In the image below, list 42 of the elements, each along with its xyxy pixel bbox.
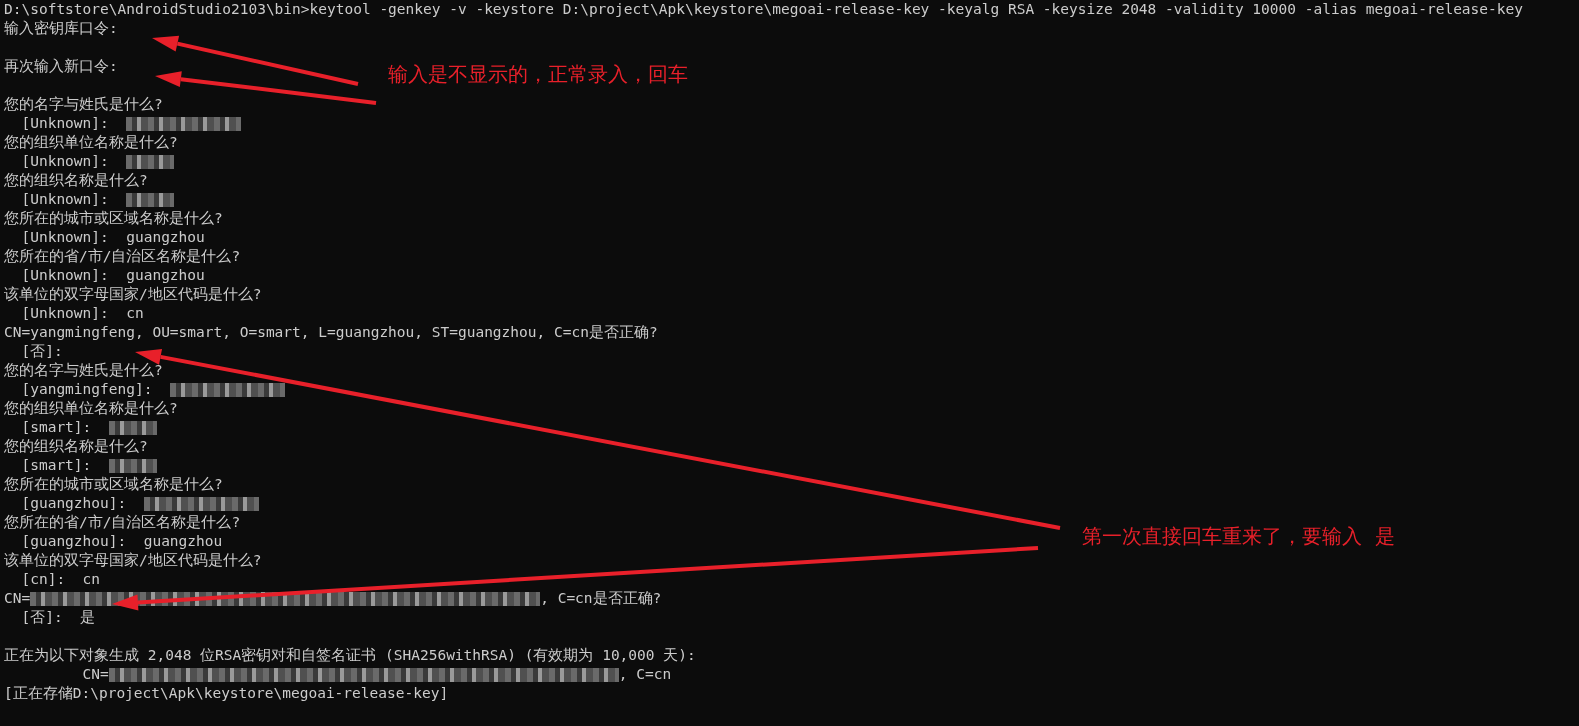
terminal-text: 该单位的双字母国家/地区代码是什么? bbox=[4, 285, 262, 304]
terminal-text: [正在存储D:\project\Apk\keystore\megoai-release-key] bbox=[4, 684, 449, 703]
terminal-text: 您的名字与姓氏是什么? bbox=[4, 95, 163, 114]
terminal-text: [Unknown]: guangzhou bbox=[20, 228, 205, 247]
terminal-text: CN= bbox=[4, 589, 31, 608]
terminal-text: , C=cn bbox=[618, 665, 672, 684]
terminal-text: [否]: bbox=[20, 342, 63, 361]
terminal-text: 您所在的省/市/自治区名称是什么? bbox=[4, 513, 241, 532]
terminal-text: 输入密钥库口令: bbox=[4, 19, 118, 38]
terminal-text: D:\softstore\AndroidStudio2103\bin>keytool -genkey -v -keystore D:\project\Apk\keystore\megoai-release-key -keyalg RSA -keysize 2048 -validity 10000 -alias megoai-release-key bbox=[4, 0, 1523, 19]
terminal-text: [guangzhou]: bbox=[20, 494, 128, 513]
terminal-text: 您所在的城市或区域名称是什么? bbox=[4, 209, 223, 228]
terminal-text: , C=cn是否正确? bbox=[540, 589, 662, 608]
terminal-text: 您所在的城市或区域名称是什么? bbox=[4, 475, 223, 494]
terminal-text: [cn]: cn bbox=[20, 570, 101, 589]
terminal-text: [guangzhou]: guangzhou bbox=[20, 532, 223, 551]
terminal-text: 再次输入新口令: bbox=[4, 57, 118, 76]
annotation-text: 第一次直接回车重来了，要输入 是 bbox=[1082, 523, 1395, 550]
terminal-text: 您的组织单位名称是什么? bbox=[4, 133, 178, 152]
terminal-text: 您的组织名称是什么? bbox=[4, 171, 148, 190]
redaction-mark bbox=[108, 458, 157, 473]
terminal-text: [Unknown]: bbox=[20, 152, 110, 171]
terminal-text: 您所在的省/市/自治区名称是什么? bbox=[4, 247, 241, 266]
terminal-text: 您的名字与姓氏是什么? bbox=[4, 361, 163, 380]
terminal-text: CN=yangmingfeng, OU=smart, O=smart, L=guangzhou, ST=guangzhou, C=cn是否正确? bbox=[4, 323, 658, 342]
terminal-text: [yangmingfeng]: bbox=[20, 380, 154, 399]
terminal-text: [smart]: bbox=[20, 418, 93, 437]
redaction-mark bbox=[126, 192, 175, 207]
terminal-text: 您的组织单位名称是什么? bbox=[4, 399, 178, 418]
annotation-text: 输入是不显示的，正常录入，回车 bbox=[388, 61, 688, 88]
terminal-text: [smart]: bbox=[20, 456, 93, 475]
terminal-text: 您的组织名称是什么? bbox=[4, 437, 148, 456]
redaction-mark bbox=[108, 420, 157, 435]
redaction-mark bbox=[126, 154, 175, 169]
terminal-text: [否]: 是 bbox=[20, 608, 96, 627]
terminal-text: 正在为以下对象生成 2,048 位RSA密钥对和自签名证书 (SHA256withRSA) (有效期为 10,000 天): bbox=[4, 646, 696, 665]
terminal-text: [Unknown]: guangzhou bbox=[20, 266, 205, 285]
terminal-text: [Unknown]: cn bbox=[20, 304, 144, 323]
terminal-text: [Unknown]: bbox=[20, 114, 110, 133]
terminal-text: CN= bbox=[81, 665, 109, 684]
terminal-text: [Unknown]: bbox=[20, 190, 110, 209]
terminal-text: 该单位的双字母国家/地区代码是什么? bbox=[4, 551, 262, 570]
